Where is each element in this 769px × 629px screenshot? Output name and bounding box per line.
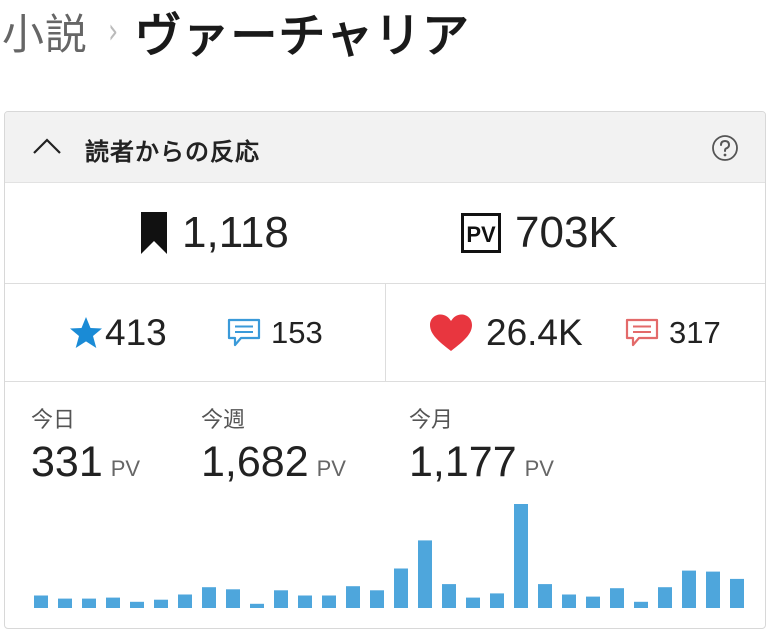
pv-month-value: 1,177 [409, 438, 517, 486]
pv-bar[interactable] [658, 587, 672, 608]
pv-bar[interactable] [490, 593, 504, 608]
pv-today: 今日 331 PV [31, 402, 140, 487]
pv-bar[interactable] [418, 540, 432, 608]
reader-reactions-panel: 読者からの反応 1,118 PV 703K 413 153 26.4K 317 … [4, 111, 766, 629]
pv-bar-chart [34, 504, 744, 609]
pv-bar[interactable] [250, 603, 264, 608]
chevron-up-icon[interactable] [31, 136, 63, 156]
pv-bar[interactable] [322, 595, 336, 609]
pv-bar[interactable] [442, 584, 456, 608]
pv-week-value: 1,682 [201, 438, 309, 486]
pv-bar[interactable] [298, 595, 312, 609]
summary-row: 1,118 PV 703K [5, 183, 765, 284]
pv-bar[interactable] [370, 590, 384, 608]
like-stat: 26.4K [428, 284, 583, 381]
pageview-stat: PV 703K [461, 183, 618, 283]
pv-bar[interactable] [202, 587, 216, 608]
pv-bar[interactable] [514, 504, 528, 608]
bookmark-stat: 1,118 [140, 183, 289, 283]
pv-bar[interactable] [562, 594, 576, 609]
pv-bar[interactable] [226, 589, 240, 608]
pv-unit: PV [524, 456, 554, 481]
pv-month-label: 今月 [409, 408, 454, 433]
comment-stat: 317 [625, 284, 721, 381]
like-count: 26.4K [486, 311, 583, 353]
page-title: ヴァーチャリア [134, 8, 470, 64]
heart-icon [430, 314, 472, 351]
pv-badge-text: PV [466, 222, 496, 247]
pv-bar[interactable] [274, 590, 288, 608]
pv-bar[interactable] [706, 571, 720, 608]
comment-count: 317 [669, 314, 721, 350]
comment-icon [625, 318, 659, 346]
breadcrumb: 小説 › ヴァーチャリア [2, 0, 470, 64]
pv-bar[interactable] [346, 586, 360, 608]
column-divider [385, 284, 386, 381]
pv-bar[interactable] [682, 570, 696, 608]
panel-title: 読者からの反応 [85, 138, 260, 166]
review-icon [227, 318, 261, 346]
pv-bar[interactable] [538, 584, 552, 608]
pv-unit: PV [110, 456, 141, 481]
pv-bar[interactable] [394, 568, 408, 609]
pv-bar[interactable] [34, 595, 48, 609]
pv-bar[interactable] [58, 598, 72, 608]
panel-header[interactable]: 読者からの反応 [5, 112, 765, 183]
review-stat: 153 [227, 284, 323, 381]
pv-bar[interactable] [730, 578, 744, 608]
pv-bar[interactable] [154, 599, 168, 608]
pv-bar[interactable] [130, 601, 144, 608]
breadcrumb-separator-icon: › [108, 10, 119, 52]
rating-stat: 413 [69, 284, 167, 381]
help-icon[interactable] [711, 134, 739, 162]
review-count: 153 [271, 314, 323, 350]
star-icon [70, 316, 102, 348]
bookmark-count: 1,118 [182, 208, 289, 257]
pv-week: 今週 1,682 PV [201, 402, 346, 487]
rating-count: 413 [105, 311, 167, 353]
reaction-row: 413 153 26.4K 317 [5, 284, 765, 382]
pv-bar[interactable] [466, 597, 480, 608]
pv-bar[interactable] [586, 596, 600, 608]
breadcrumb-parent-link[interactable]: 小説 [2, 1, 88, 62]
pv-bar[interactable] [82, 598, 96, 608]
pageview-count: 703K [515, 208, 618, 257]
bookmark-icon [141, 212, 167, 254]
pv-unit: PV [316, 456, 346, 481]
pv-today-label: 今日 [31, 408, 76, 433]
pv-bar[interactable] [106, 597, 120, 608]
pv-month: 今月 1,177 PV [409, 402, 554, 487]
pv-today-value: 331 [31, 438, 103, 486]
pv-bar[interactable] [610, 588, 624, 608]
pv-bar[interactable] [178, 594, 192, 609]
pv-bar[interactable] [634, 601, 648, 608]
pv-icon: PV [461, 213, 501, 253]
pv-week-label: 今週 [201, 408, 246, 433]
